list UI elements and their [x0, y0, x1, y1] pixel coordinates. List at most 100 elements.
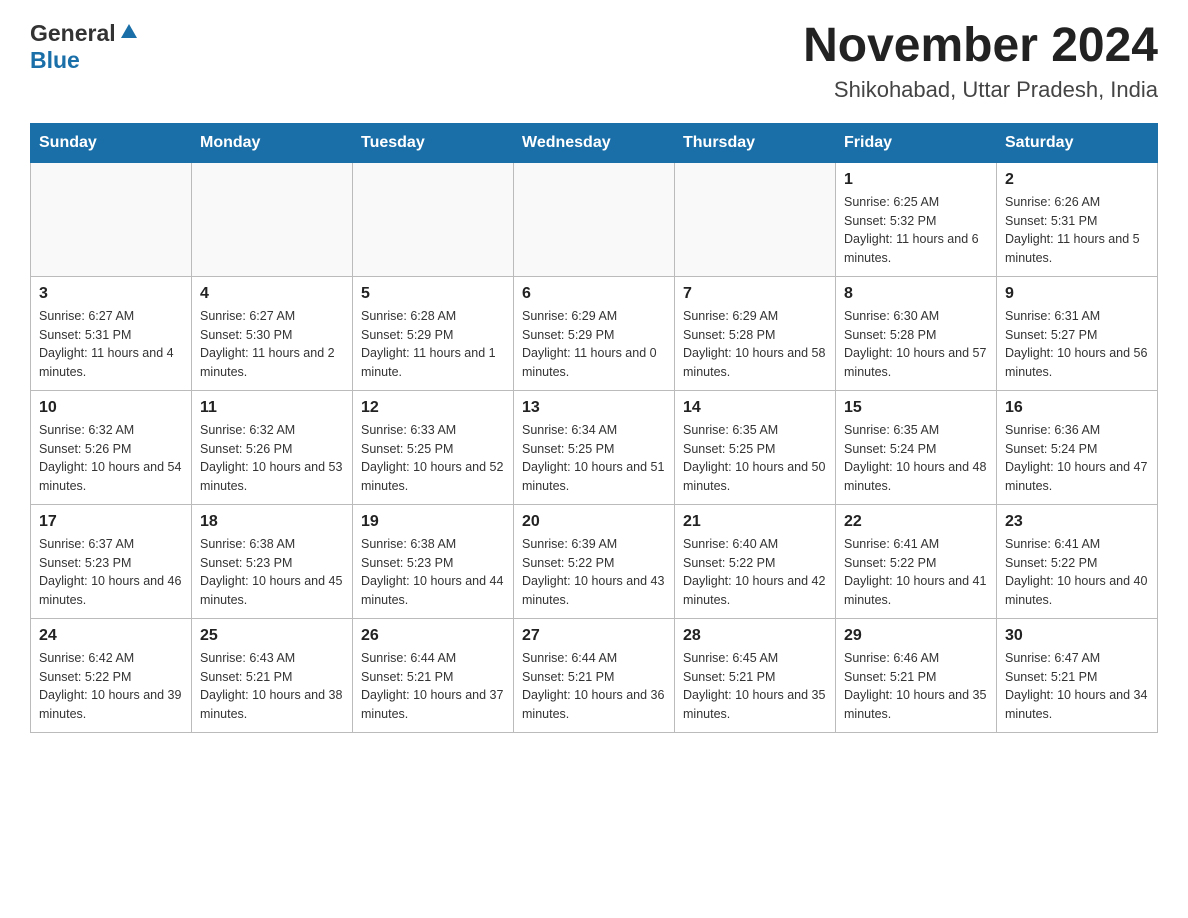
calendar-cell: 24Sunrise: 6:42 AM Sunset: 5:22 PM Dayli…: [31, 618, 192, 732]
day-number: 14: [683, 399, 827, 417]
calendar-cell: [31, 162, 192, 276]
header-thursday: Thursday: [675, 123, 836, 162]
sun-info: Sunrise: 6:40 AM Sunset: 5:22 PM Dayligh…: [683, 535, 827, 610]
day-number: 15: [844, 399, 988, 417]
calendar-cell: [514, 162, 675, 276]
day-number: 1: [844, 171, 988, 189]
sun-info: Sunrise: 6:41 AM Sunset: 5:22 PM Dayligh…: [844, 535, 988, 610]
calendar-cell: 19 Sunrise: 6:38 AM Sunset: 5:23 PM Dayli…: [353, 504, 514, 618]
calendar-week-row: 24Sunrise: 6:42 AM Sunset: 5:22 PM Dayli…: [31, 618, 1158, 732]
calendar-cell: 10 Sunrise: 6:32 AM Sunset: 5:26 PM Dayli…: [31, 390, 192, 504]
calendar-cell: 25 Sunrise: 6:43 AM Sunset: 5:21 PM Dayli…: [192, 618, 353, 732]
calendar-cell: 27Sunrise: 6:44 AM Sunset: 5:21 PM Dayli…: [514, 618, 675, 732]
calendar-week-row: 17 Sunrise: 6:37 AM Sunset: 5:23 PM Dayli…: [31, 504, 1158, 618]
calendar-cell: 23 Sunrise: 6:41 AM Sunset: 5:22 PM Dayli…: [997, 504, 1158, 618]
day-number: 24: [39, 627, 183, 645]
sun-info: Sunrise: 6:26 AM Sunset: 5:31 PM Dayligh…: [1005, 193, 1149, 268]
sun-info: Sunrise: 6:28 AM Sunset: 5:29 PM Dayligh…: [361, 307, 505, 382]
calendar-week-row: 3 Sunrise: 6:27 AM Sunset: 5:31 PM Daylig…: [31, 276, 1158, 390]
sun-info: Sunrise: 6:45 AM Sunset: 5:21 PM Dayligh…: [683, 649, 827, 724]
sun-info: Sunrise: 6:25 AM Sunset: 5:32 PM Dayligh…: [844, 193, 988, 268]
sun-info: Sunrise: 6:33 AM Sunset: 5:25 PM Dayligh…: [361, 421, 505, 496]
sun-info: Sunrise: 6:38 AM Sunset: 5:23 PM Dayligh…: [361, 535, 505, 610]
sun-info: Sunrise: 6:46 AM Sunset: 5:21 PM Dayligh…: [844, 649, 988, 724]
logo-blue-text: Blue: [30, 47, 80, 74]
calendar-cell: 18Sunrise: 6:38 AM Sunset: 5:23 PM Dayli…: [192, 504, 353, 618]
sun-info: Sunrise: 6:35 AM Sunset: 5:24 PM Dayligh…: [844, 421, 988, 496]
sun-info: Sunrise: 6:39 AM Sunset: 5:22 PM Dayligh…: [522, 535, 666, 610]
sun-info: Sunrise: 6:32 AM Sunset: 5:26 PM Dayligh…: [39, 421, 183, 496]
sun-info: Sunrise: 6:36 AM Sunset: 5:24 PM Dayligh…: [1005, 421, 1149, 496]
day-number: 26: [361, 627, 505, 645]
page-header: General Blue November 2024 Shikohabad, U…: [30, 20, 1158, 103]
sun-info: Sunrise: 6:32 AM Sunset: 5:26 PM Dayligh…: [200, 421, 344, 496]
calendar-cell: 16 Sunrise: 6:36 AM Sunset: 5:24 PM Dayli…: [997, 390, 1158, 504]
calendar-cell: 13Sunrise: 6:34 AM Sunset: 5:25 PM Dayli…: [514, 390, 675, 504]
calendar-table: Sunday Monday Tuesday Wednesday Thursday…: [30, 123, 1158, 733]
day-number: 10: [39, 399, 183, 417]
sun-info: Sunrise: 6:43 AM Sunset: 5:21 PM Dayligh…: [200, 649, 344, 724]
day-number: 17: [39, 513, 183, 531]
day-number: 23: [1005, 513, 1149, 531]
sun-info: Sunrise: 6:37 AM Sunset: 5:23 PM Dayligh…: [39, 535, 183, 610]
day-number: 6: [522, 285, 666, 303]
day-number: 16: [1005, 399, 1149, 417]
sun-info: Sunrise: 6:29 AM Sunset: 5:28 PM Dayligh…: [683, 307, 827, 382]
header-wednesday: Wednesday: [514, 123, 675, 162]
sun-info: Sunrise: 6:31 AM Sunset: 5:27 PM Dayligh…: [1005, 307, 1149, 382]
calendar-cell: [192, 162, 353, 276]
sun-info: Sunrise: 6:35 AM Sunset: 5:25 PM Dayligh…: [683, 421, 827, 496]
day-number: 7: [683, 285, 827, 303]
day-number: 21: [683, 513, 827, 531]
calendar-subtitle: Shikohabad, Uttar Pradesh, India: [803, 77, 1158, 103]
calendar-week-row: 10 Sunrise: 6:32 AM Sunset: 5:26 PM Dayli…: [31, 390, 1158, 504]
day-number: 4: [200, 285, 344, 303]
day-number: 11: [200, 399, 344, 417]
sun-info: Sunrise: 6:29 AM Sunset: 5:29 PM Dayligh…: [522, 307, 666, 382]
logo-general-text: General: [30, 20, 116, 47]
day-number: 3: [39, 285, 183, 303]
day-number: 20: [522, 513, 666, 531]
header-sunday: Sunday: [31, 123, 192, 162]
calendar-cell: 11 Sunrise: 6:32 AM Sunset: 5:26 PM Dayli…: [192, 390, 353, 504]
day-number: 18: [200, 513, 344, 531]
header-saturday: Saturday: [997, 123, 1158, 162]
day-number: 27: [522, 627, 666, 645]
calendar-cell: 12 Sunrise: 6:33 AM Sunset: 5:25 PM Dayli…: [353, 390, 514, 504]
calendar-cell: 9Sunrise: 6:31 AM Sunset: 5:27 PM Daylig…: [997, 276, 1158, 390]
calendar-cell: 17 Sunrise: 6:37 AM Sunset: 5:23 PM Dayli…: [31, 504, 192, 618]
day-number: 5: [361, 285, 505, 303]
day-number: 29: [844, 627, 988, 645]
calendar-cell: 20 Sunrise: 6:39 AM Sunset: 5:22 PM Dayli…: [514, 504, 675, 618]
header-monday: Monday: [192, 123, 353, 162]
logo: General Blue: [30, 20, 138, 74]
sun-info: Sunrise: 6:41 AM Sunset: 5:22 PM Dayligh…: [1005, 535, 1149, 610]
calendar-cell: [675, 162, 836, 276]
day-number: 13: [522, 399, 666, 417]
sun-info: Sunrise: 6:47 AM Sunset: 5:21 PM Dayligh…: [1005, 649, 1149, 724]
day-number: 22: [844, 513, 988, 531]
day-number: 2: [1005, 171, 1149, 189]
calendar-cell: 8Sunrise: 6:30 AM Sunset: 5:28 PM Daylig…: [836, 276, 997, 390]
sun-info: Sunrise: 6:27 AM Sunset: 5:31 PM Dayligh…: [39, 307, 183, 382]
calendar-cell: 2 Sunrise: 6:26 AM Sunset: 5:31 PM Daylig…: [997, 162, 1158, 276]
sun-info: Sunrise: 6:44 AM Sunset: 5:21 PM Dayligh…: [361, 649, 505, 724]
calendar-week-row: 1 Sunrise: 6:25 AM Sunset: 5:32 PM Daylig…: [31, 162, 1158, 276]
calendar-cell: 29 Sunrise: 6:46 AM Sunset: 5:21 PM Dayli…: [836, 618, 997, 732]
calendar-title: November 2024: [803, 20, 1158, 73]
title-block: November 2024 Shikohabad, Uttar Pradesh,…: [803, 20, 1158, 103]
calendar-cell: 30Sunrise: 6:47 AM Sunset: 5:21 PM Dayli…: [997, 618, 1158, 732]
day-number: 25: [200, 627, 344, 645]
calendar-cell: 6 Sunrise: 6:29 AM Sunset: 5:29 PM Daylig…: [514, 276, 675, 390]
weekday-header-row: Sunday Monday Tuesday Wednesday Thursday…: [31, 123, 1158, 162]
sun-info: Sunrise: 6:27 AM Sunset: 5:30 PM Dayligh…: [200, 307, 344, 382]
calendar-cell: 15 Sunrise: 6:35 AM Sunset: 5:24 PM Dayli…: [836, 390, 997, 504]
day-number: 28: [683, 627, 827, 645]
calendar-cell: 14 Sunrise: 6:35 AM Sunset: 5:25 PM Dayli…: [675, 390, 836, 504]
calendar-cell: 28 Sunrise: 6:45 AM Sunset: 5:21 PM Dayli…: [675, 618, 836, 732]
day-number: 19: [361, 513, 505, 531]
day-number: 8: [844, 285, 988, 303]
header-tuesday: Tuesday: [353, 123, 514, 162]
day-number: 12: [361, 399, 505, 417]
header-friday: Friday: [836, 123, 997, 162]
